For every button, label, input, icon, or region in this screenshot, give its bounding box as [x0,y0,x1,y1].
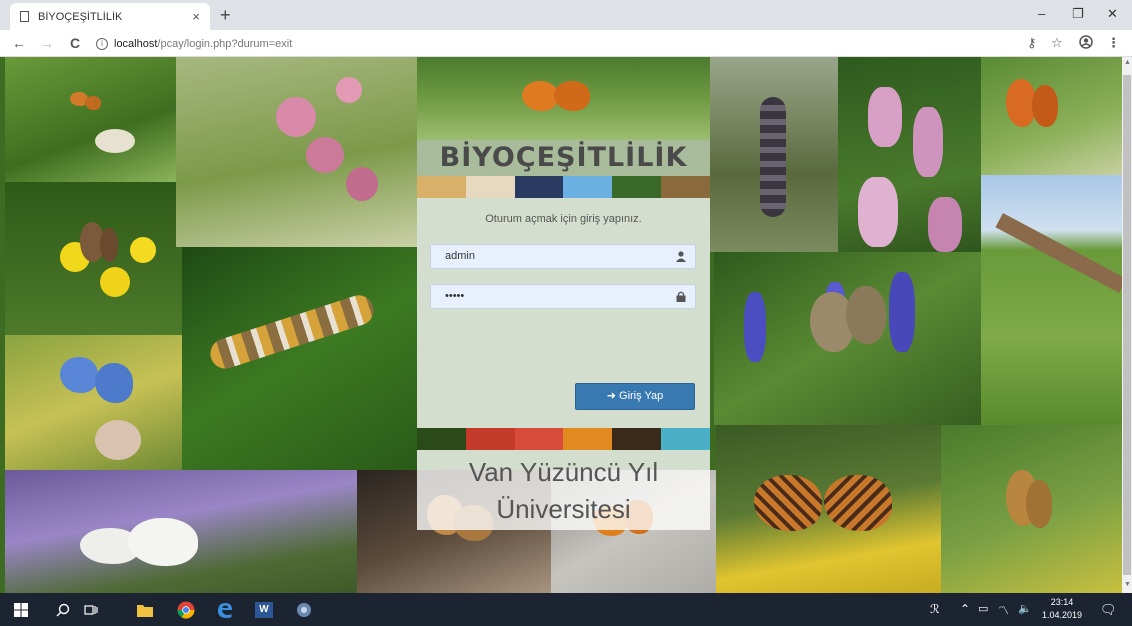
search-button[interactable] [52,593,74,626]
volume-icon[interactable]: 🔈 [1018,602,1032,615]
file-explorer-button[interactable] [134,593,156,626]
forward-button[interactable]: → [40,35,54,51]
photo-fritillary-yellow-flowers [716,425,941,593]
chrome-icon [177,601,195,618]
login-button[interactable]: ➜ Giriş Yap [575,383,695,410]
wifi-icon[interactable]: 〽 [998,602,1009,618]
photo-pink-flowers [176,57,417,247]
battery-icon[interactable]: ▭ [978,602,988,615]
login-panel: BİYOÇEŞİTLİLİK Oturum açmak için giriş y… [417,140,710,530]
chrome-button[interactable] [174,593,198,626]
address-bar: ← → C i localhost /pcay/login.php?durum=… [0,30,1132,57]
university-line-1: Van Yüzüncü Yıl [468,457,659,487]
photo-white-butterfly-lavender [5,470,357,593]
page-viewport: BİYOÇEŞİTLİLİK Oturum açmak için giriş y… [0,57,1122,593]
clock[interactable]: 23:14 1.04.2019 [1042,596,1082,622]
university-name: Van Yüzüncü Yıl Üniversitesi [417,450,710,530]
clock-time: 23:14 [1050,597,1074,607]
photo-tortoiseshell-butterfly [981,57,1122,175]
close-window-button[interactable]: ✕ [1107,6,1118,22]
photo-pink-sage [838,57,981,267]
chevron-up-icon[interactable]: ⌃ [960,602,970,616]
password-value: ••••• [445,290,465,302]
browser-tab[interactable]: BİYOÇEŞİTLİLİK × [10,3,210,30]
photo-meadow-brown-butterfly [941,425,1122,593]
reload-button[interactable]: C [70,35,80,51]
taskbar: W ℛ ⌃ ▭ 〽 🔈 23:14 1.04.2019 🗨 [0,593,1132,626]
sign-in-icon: ➜ [606,390,616,402]
url-host: localhost [114,37,158,50]
info-icon[interactable]: i [96,37,108,50]
profile-icon[interactable] [1079,35,1093,52]
edge-button[interactable] [214,593,236,626]
university-line-2: Üniversitesi [496,494,631,524]
vertical-scrollbar[interactable]: ▲ ▼ [1122,57,1132,593]
username-value: admin [445,250,475,262]
app-icon [297,602,311,617]
app-button[interactable] [292,593,316,626]
restore-button[interactable]: ❐ [1072,6,1084,22]
login-button-label: Giriş Yap [619,390,664,402]
scroll-down-icon[interactable]: ▼ [1124,581,1131,588]
scrollbar-thumb[interactable] [1123,75,1131,575]
username-input[interactable]: admin [430,244,696,269]
collage-strip-bottom [417,428,710,450]
site-title: BİYOÇEŞİTLİLİK [417,140,710,176]
windows-icon [14,602,28,617]
photo-caterpillar-leaf [182,247,417,470]
word-icon: W [255,601,273,618]
bookmark-star-icon[interactable]: ☆ [1051,35,1063,51]
minimize-button[interactable]: – [1038,6,1045,21]
url-field[interactable]: i localhost /pcay/login.php?durum=exit [96,34,292,53]
clock-date: 1.04.2019 [1042,610,1083,620]
photo-orange-butterfly-banner [417,57,710,140]
search-icon [56,603,70,616]
photo-butterfly-yellow-flower [5,182,182,335]
photo-butterfly-grape-hyacinth [714,252,981,425]
task-view-icon [84,604,98,615]
task-view-button[interactable] [80,593,102,626]
document-icon [20,11,29,22]
start-button[interactable] [10,593,32,626]
people-icon[interactable]: ℛ [930,602,940,616]
password-input[interactable]: ••••• [430,284,696,309]
notification-icon[interactable]: 🗨 [1100,602,1117,618]
collage-strip-top [417,176,710,198]
lock-icon [676,291,686,302]
photo-mountain-slope [981,175,1122,425]
login-form: Oturum açmak için giriş yapınız. admin •… [417,198,710,428]
close-tab-icon[interactable]: × [192,9,200,24]
photo-butterfly-grass [5,57,176,182]
word-button[interactable]: W [252,593,276,626]
user-icon [676,251,686,262]
url-path: /pcay/login.php?durum=exit [157,37,293,50]
new-tab-button[interactable]: + [220,5,231,26]
back-button[interactable]: ← [12,35,26,51]
tab-title: BİYOÇEŞİTLİLİK [38,10,123,23]
photo-blue-butterfly [5,335,182,470]
login-prompt: Oturum açmak için giriş yapınız. [485,213,642,225]
scroll-up-icon[interactable]: ▲ [1124,59,1131,66]
menu-icon[interactable]: ⋮ [1107,35,1120,51]
tab-bar: BİYOÇEŞİTLİLİK × + – ❐ ✕ [0,0,1132,30]
folder-icon [137,604,153,617]
photo-hairy-caterpillar [710,57,838,252]
password-key-icon[interactable]: ⚷ [1027,35,1037,51]
edge-icon [218,602,232,618]
